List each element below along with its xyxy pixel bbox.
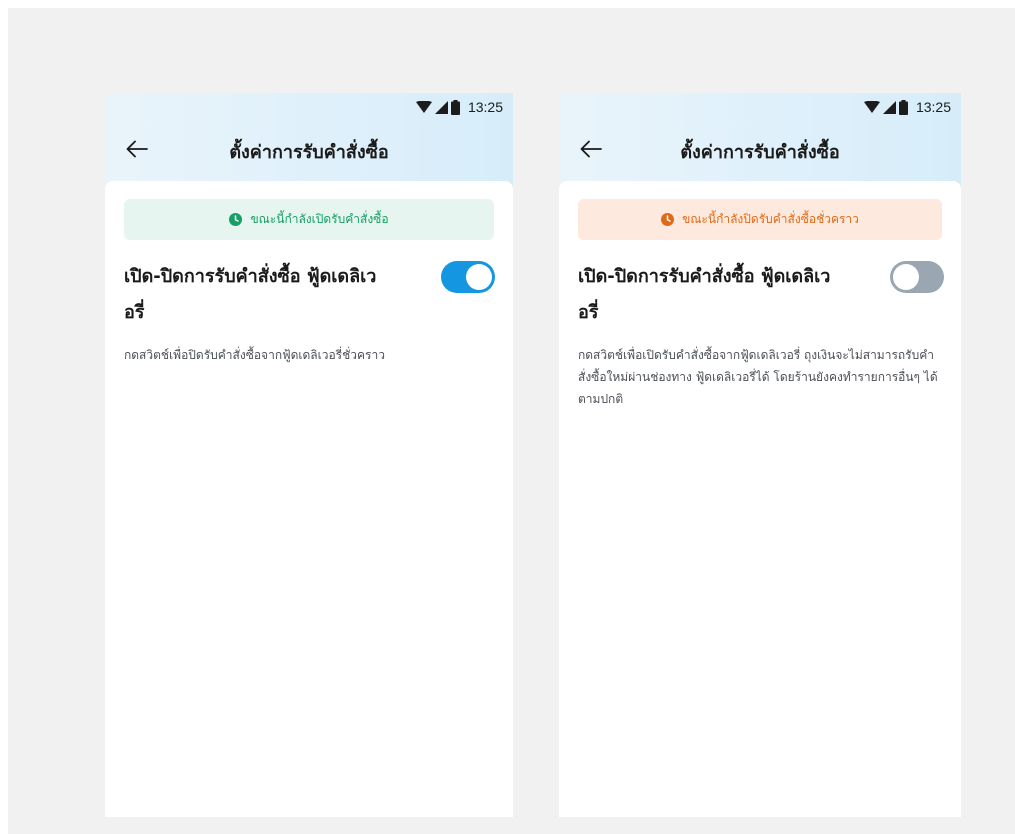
toggle-knob: [893, 264, 919, 290]
toggle-description: กดสวิตช์เพื่อปิดรับคำสั่งซื้อจากฟู้ดเดลิ…: [124, 348, 385, 362]
order-toggle-switch[interactable]: [890, 261, 944, 293]
signal-icon: [434, 100, 448, 114]
toggle-title: เปิด-ปิดการรับคำสั่งซื้อ ฟู้ดเดลิเวอรี่: [578, 266, 831, 323]
toggle-knob: [466, 264, 492, 290]
page-title: ตั้งค่าการรับคำสั่งซื้อ: [680, 142, 840, 163]
status-banner: ขณะนี้กำลังปิดรับคำสั่งซื้อชั่วคราว: [578, 199, 942, 240]
clock-icon: [229, 213, 243, 226]
status-banner: ขณะนี้กำลังเปิดรับคำสั่งซื้อ: [124, 199, 494, 240]
content-sheet: ขณะนี้กำลังเปิดรับคำสั่งซื้อ เปิด-ปิดการ…: [105, 181, 513, 817]
status-banner-text: ขณะนี้กำลังปิดรับคำสั่งซื้อชั่วคราว: [682, 212, 859, 226]
wifi-icon: [863, 101, 880, 113]
canvas: 13:25 ตั้งค่าการรับคำสั่งซื้อ ขณะนี้กำลั…: [8, 8, 1015, 834]
content-sheet: ขณะนี้กำลังปิดรับคำสั่งซื้อชั่วคราว เปิด…: [559, 181, 961, 817]
wifi-icon: [415, 101, 432, 113]
order-toggle-switch[interactable]: [441, 261, 495, 293]
status-banner-text: ขณะนี้กำลังเปิดรับคำสั่งซื้อ: [250, 212, 389, 226]
status-time: 13:25: [915, 99, 951, 115]
toggle-title: เปิด-ปิดการรับคำสั่งซื้อ ฟู้ดเดลิเวอรี่: [124, 266, 377, 323]
status-bar: 13:25: [863, 97, 951, 117]
app-header: 13:25 ตั้งค่าการรับคำสั่งซื้อ: [559, 93, 961, 189]
signal-icon: [882, 100, 896, 114]
toggle-description: กดสวิตช์เพื่อเปิดรับคำสั่งซื้อจากฟู้ดเดล…: [578, 348, 938, 406]
status-time: 13:25: [467, 99, 503, 115]
page-title: ตั้งค่าการรับคำสั่งซื้อ: [229, 142, 389, 163]
phone-screen-open: 13:25 ตั้งค่าการรับคำสั่งซื้อ ขณะนี้กำลั…: [105, 93, 513, 817]
status-bar: 13:25: [415, 97, 503, 117]
phone-screen-closed: 13:25 ตั้งค่าการรับคำสั่งซื้อ ขณะนี้กำลั…: [559, 93, 961, 817]
battery-icon: [450, 99, 460, 115]
battery-icon: [898, 99, 908, 115]
clock-icon: [661, 213, 675, 226]
app-header: 13:25 ตั้งค่าการรับคำสั่งซื้อ: [105, 93, 513, 189]
